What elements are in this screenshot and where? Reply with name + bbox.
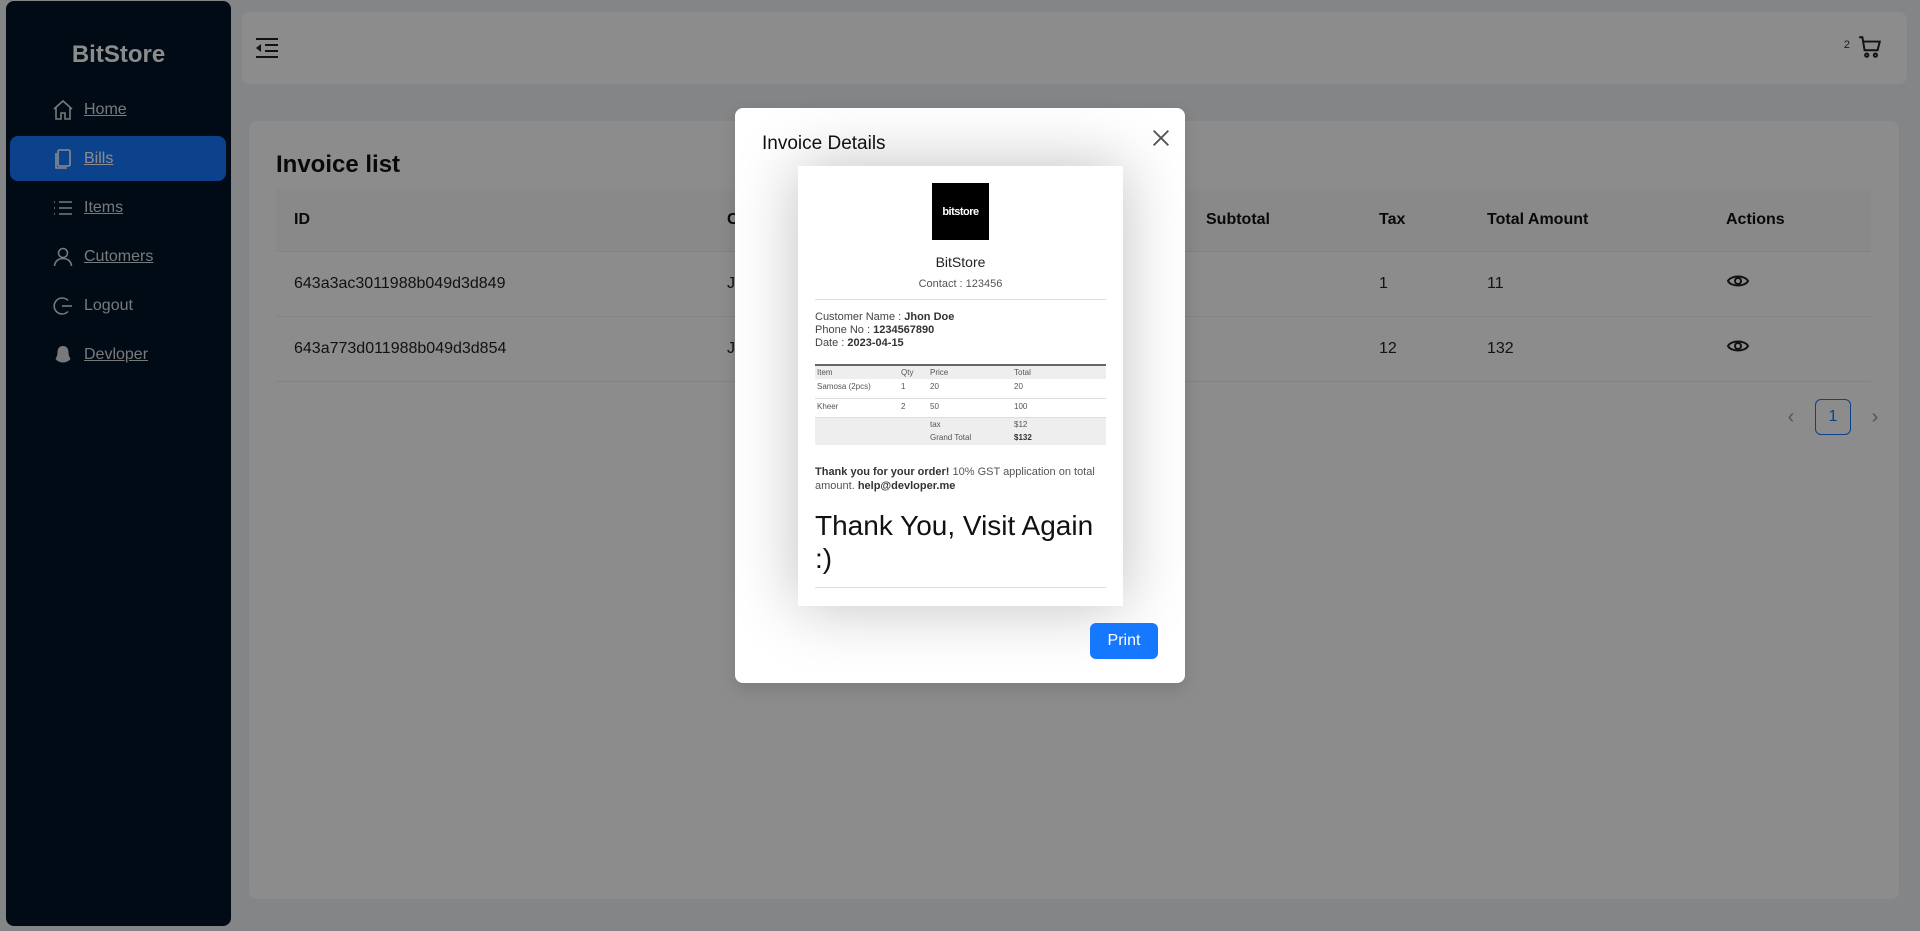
divider (815, 587, 1106, 588)
divider (815, 299, 1106, 300)
close-icon[interactable] (1150, 127, 1174, 151)
receipt-item-row: Samosa (2pcs) 1 20 20 (815, 379, 1106, 399)
store-logo: bitstore (932, 183, 989, 240)
invoice-date: 2023-04-15 (847, 337, 904, 349)
receipt-store-name: BitStore (935, 254, 986, 270)
receipt-item-row: Kheer 2 50 100 (815, 398, 1106, 418)
receipt-items-table: Item Qty Price Total Samosa (2pcs) 1 20 … (815, 364, 1106, 445)
customer-info: Customer Name : Jhon Doe Phone No : 1234… (815, 311, 955, 349)
receipt-tax-row: tax $12 (815, 417, 1106, 431)
receipt-note: Thank you for your order! 10% GST applic… (815, 466, 1095, 492)
receipt-farewell: Thank You, Visit Again :) (815, 510, 1094, 574)
customer-phone: 1234567890 (873, 324, 935, 336)
modal-title: Invoice Details (762, 133, 886, 154)
receipt-contact: Contact : 123456 (918, 278, 1003, 290)
invoice-receipt: bitstore BitStore Contact : 123456 Custo… (798, 166, 1123, 606)
receipt-grand-total-row: Grand Total $132 (815, 431, 1106, 445)
customer-name: Jhon Doe (904, 311, 955, 323)
invoice-details-modal: Invoice Details bitstore BitStore Contac… (735, 108, 1185, 683)
print-button[interactable]: Print (1090, 623, 1158, 659)
receipt-header-row: Item Qty Price Total (815, 365, 1106, 379)
